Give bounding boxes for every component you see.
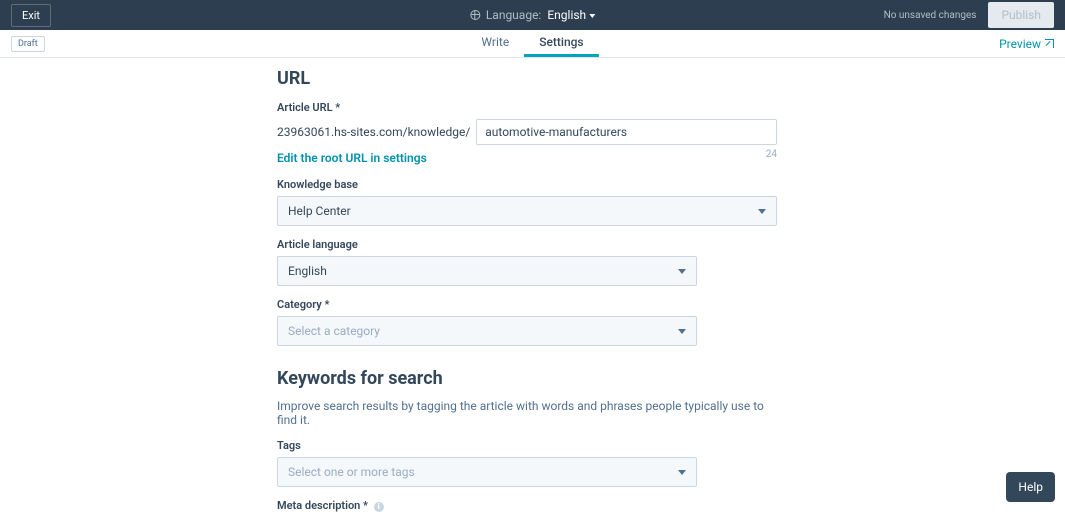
url-prefix: 23963061.hs-sites.com/knowledge/ xyxy=(277,125,470,139)
top-header: Exit Language: English No unsaved change… xyxy=(0,0,1065,30)
meta-description-label: Meta description * i xyxy=(277,499,777,512)
sub-header: Draft Write Settings Preview xyxy=(0,30,1065,58)
header-language-group: Language: English xyxy=(470,8,595,22)
chevron-down-icon xyxy=(678,329,686,334)
tags-placeholder: Select one or more tags xyxy=(288,465,415,479)
category-select[interactable]: Select a category xyxy=(277,316,697,346)
url-section-title: URL xyxy=(277,68,777,89)
header-right-group: No unsaved changes Publish xyxy=(884,2,1054,28)
knowledge-base-value: Help Center xyxy=(288,204,351,218)
save-status: No unsaved changes xyxy=(884,10,977,21)
language-dropdown[interactable]: English xyxy=(547,8,595,22)
exit-button[interactable]: Exit xyxy=(11,4,51,27)
knowledge-base-label: Knowledge base xyxy=(277,178,777,191)
chevron-down-icon xyxy=(678,470,686,475)
tags-select[interactable]: Select one or more tags xyxy=(277,457,697,487)
article-language-value: English xyxy=(288,264,327,278)
content-scroll-area[interactable]: URL Article URL * 23963061.hs-sites.com/… xyxy=(0,58,1065,515)
url-char-count: 24 xyxy=(766,149,777,160)
help-button[interactable]: Help xyxy=(1006,472,1055,502)
preview-link[interactable]: Preview xyxy=(999,37,1054,51)
language-label: Language: xyxy=(486,8,542,22)
article-language-select[interactable]: English xyxy=(277,256,697,286)
edit-root-url-link[interactable]: Edit the root URL in settings xyxy=(277,151,427,165)
tab-write[interactable]: Write xyxy=(466,30,524,57)
chevron-down-icon xyxy=(758,209,766,214)
category-label: Category * xyxy=(277,298,777,311)
draft-badge: Draft xyxy=(11,36,45,52)
chevron-down-icon xyxy=(589,14,595,18)
tab-settings[interactable]: Settings xyxy=(524,30,598,57)
knowledge-base-select[interactable]: Help Center xyxy=(277,196,777,226)
url-input-row: 23963061.hs-sites.com/knowledge/ xyxy=(277,119,777,145)
settings-form: URL Article URL * 23963061.hs-sites.com/… xyxy=(277,68,777,515)
keywords-section-desc: Improve search results by tagging the ar… xyxy=(277,399,777,427)
editor-tabs: Write Settings xyxy=(466,30,598,57)
external-link-icon xyxy=(1045,39,1054,48)
chevron-down-icon xyxy=(678,269,686,274)
url-slug-input[interactable] xyxy=(476,119,777,145)
publish-button[interactable]: Publish xyxy=(988,2,1054,28)
globe-icon xyxy=(470,10,480,20)
tags-label: Tags xyxy=(277,439,777,452)
article-url-label: Article URL * xyxy=(277,101,777,114)
info-icon[interactable]: i xyxy=(374,502,384,512)
keywords-section-title: Keywords for search xyxy=(277,368,777,389)
article-language-label: Article language xyxy=(277,238,777,251)
category-placeholder: Select a category xyxy=(288,324,380,338)
